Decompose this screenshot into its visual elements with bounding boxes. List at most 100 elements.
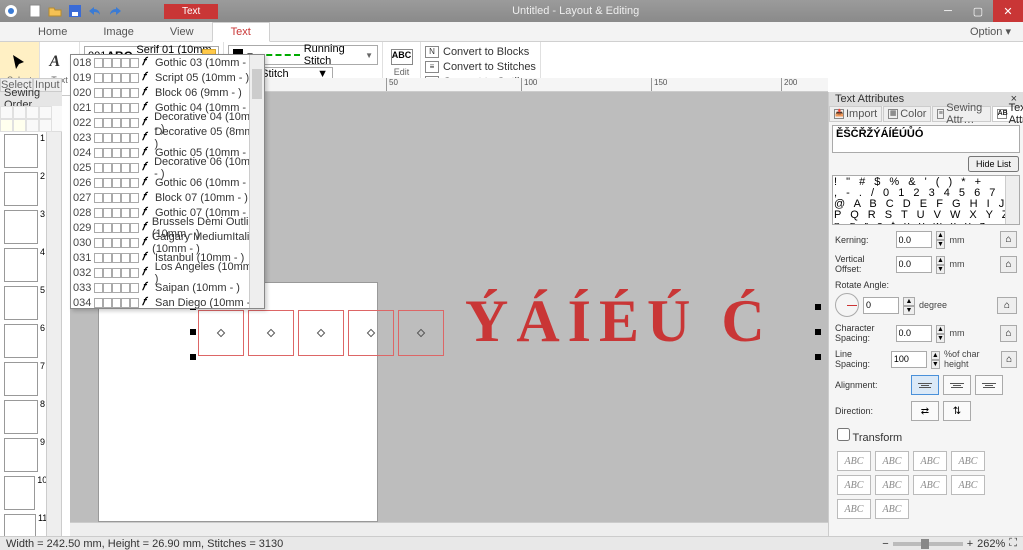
thumbnail-row[interactable]: 5👁 [0,284,61,322]
thumbnail-row[interactable]: 7👁 [0,360,61,398]
character-map[interactable]: ! " # $ % & ' ( ) * + , - . / 0 1 2 3 4 … [832,175,1020,225]
reset-icon[interactable]: ⌂ [1000,256,1017,273]
thumbnail-row[interactable]: 4👁 [0,246,61,284]
font-option[interactable]: 030𝑓Calgary MediumItalic (10mm - ) [71,235,264,250]
rotate-input[interactable] [863,297,899,314]
thumbnail-row[interactable]: 6👁 [0,322,61,360]
tab-text[interactable]: Text [212,22,270,42]
select-tool-icon[interactable] [10,53,30,73]
zoom-in-icon[interactable]: + [967,538,973,550]
resize-handle[interactable] [815,354,821,360]
align-right-button[interactable] [975,375,1003,395]
tab-image[interactable]: Image [85,23,152,41]
thumbnail-row[interactable]: 10👁 [0,474,61,512]
open-file-icon[interactable] [46,2,64,20]
font-option[interactable]: 026𝑓Gothic 06 (10mm - ) [71,175,264,190]
transform-preset[interactable]: ABC [913,451,947,471]
cspacing-input[interactable] [896,325,932,342]
new-file-icon[interactable] [26,2,44,20]
transform-checkbox[interactable]: Transform [837,433,902,443]
font-option[interactable]: 018𝑓Gothic 03 (10mm - ) [71,55,264,70]
spinner-buttons[interactable]: ▲▼ [936,325,946,342]
tool-btn[interactable] [39,106,52,119]
font-option[interactable]: 027𝑓Block 07 (10mm - ) [71,190,264,205]
kerning-input[interactable] [896,231,932,248]
scrollbar-horizontal[interactable] [70,522,828,536]
text-content-input[interactable]: ĚŠČŘŽÝÁÍÉÚŮÓ [832,125,1020,153]
spinner-buttons[interactable]: ▲▼ [936,256,946,273]
transform-preset[interactable]: ABC [951,475,985,495]
maximize-button[interactable]: ▢ [963,0,993,22]
save-icon[interactable] [66,2,84,20]
tab-text-attr[interactable]: ABText Attribu… [992,106,1023,122]
zoom-fit-icon[interactable]: ⛶ [1009,537,1017,550]
resize-handle[interactable] [815,329,821,335]
tool-btn[interactable] [0,106,13,119]
reset-icon[interactable]: ⌂ [1000,231,1017,248]
transform-preset[interactable]: ABC [837,499,871,519]
transform-preset[interactable]: ABC [875,499,909,519]
convert-to-stitches[interactable]: ≡Convert to Stitches [425,59,536,74]
thumbnail-row[interactable]: 8👁 [0,398,61,436]
tool-btn[interactable] [0,119,13,132]
font-option[interactable]: 023𝑓Decorative 05 (8mm - ) [71,130,264,145]
voffset-input[interactable] [896,256,932,273]
transform-preset[interactable]: ABC [951,451,985,471]
selection-box[interactable] [193,307,818,357]
font-option[interactable]: 025𝑓Decorative 06 (10mm - ) [71,160,264,175]
text-tool-icon[interactable]: A [50,53,70,73]
thumbnail-row[interactable]: 9👁 [0,436,61,474]
thumbnail-row[interactable]: 3👁 [0,208,61,246]
tool-btn[interactable] [13,106,26,119]
align-left-button[interactable] [911,375,939,395]
minimize-button[interactable]: ─ [933,0,963,22]
scrollbar[interactable] [249,55,264,308]
resize-handle[interactable] [190,354,196,360]
spinner-buttons[interactable]: ▲▼ [903,297,915,314]
tab-sewing[interactable]: ≡Sewing Attr… [932,106,990,122]
resize-handle[interactable] [815,304,821,310]
tab-home[interactable]: Home [20,23,85,41]
font-option[interactable]: 033𝑓Saipan (10mm - ) [71,280,264,295]
spinner-buttons[interactable]: ▲▼ [936,231,946,248]
transform-preset[interactable]: ABC [913,475,947,495]
transform-preset[interactable]: ABC [875,451,909,471]
zoom-out-icon[interactable]: − [882,538,888,550]
font-option[interactable]: 019𝑓Script 05 (10mm - ) [71,70,264,85]
transform-preset[interactable]: ABC [837,451,871,471]
transform-preset[interactable]: ABC [837,475,871,495]
tool-btn[interactable] [26,106,39,119]
sewing-order-thumbnails[interactable]: 1👁2👁3👁4👁5👁6👁7👁8👁9👁10👁11👁 [0,132,62,536]
tab-view[interactable]: View [152,23,212,41]
reset-icon[interactable]: ⌂ [997,297,1017,314]
tab-color[interactable]: ▦Color [883,106,931,122]
font-option[interactable]: 020𝑓Block 06 (9mm - ) [71,85,264,100]
redo-icon[interactable] [106,2,124,20]
thumbnail-row[interactable]: 1👁 [0,132,61,170]
font-option[interactable]: 032𝑓Los Angeles (10mm - ) [71,265,264,280]
hide-list-button[interactable]: Hide List [968,156,1019,172]
zoom-slider[interactable] [893,542,963,546]
chevron-down-icon[interactable]: ▼ [365,51,373,60]
font-option[interactable]: 034𝑓San Diego (10mm - ) [71,295,264,309]
angle-dial-icon[interactable] [835,293,859,317]
reset-icon[interactable]: ⌂ [1000,325,1017,342]
scrollbar[interactable] [1005,176,1019,224]
lock-icon[interactable] [13,119,26,132]
font-dropdown-list[interactable]: 018𝑓Gothic 03 (10mm - )019𝑓Script 05 (10… [70,54,265,309]
convert-to-blocks[interactable]: NConvert to Blocks [425,44,536,59]
direction-horizontal-button[interactable]: ⇄ [911,401,939,421]
close-button[interactable]: ✕ [993,0,1023,22]
thumbnail-row[interactable]: 2👁 [0,170,61,208]
app-menu-button[interactable] [0,0,22,22]
lspacing-input[interactable] [891,351,927,368]
option-menu[interactable]: Option ▾ [958,22,1023,41]
spinner-buttons[interactable]: ▲▼ [931,351,940,368]
direction-vertical-button[interactable]: ⇅ [943,401,971,421]
reset-icon[interactable]: ⌂ [1001,351,1017,368]
resize-handle[interactable] [190,329,196,335]
thumbnail-row[interactable]: 11👁 [0,512,61,536]
transform-preset[interactable]: ABC [875,475,909,495]
undo-icon[interactable] [86,2,104,20]
align-center-button[interactable] [943,375,971,395]
